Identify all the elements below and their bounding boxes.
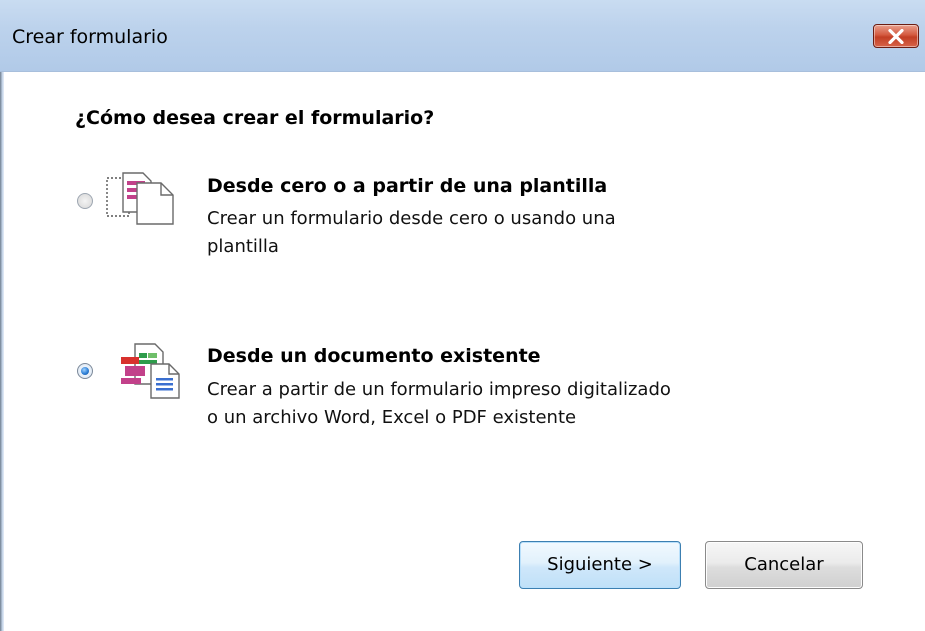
next-button[interactable]: Siguiente > <box>519 541 681 589</box>
option-title: Desde un documento existente <box>207 345 541 367</box>
option-description-line: Crear a partir de un formulario impreso … <box>207 379 671 400</box>
window-title: Crear formulario <box>12 26 168 48</box>
blank-form-template-icon <box>106 172 174 225</box>
option-title: Desde cero o a partir de una plantilla <box>207 175 608 197</box>
option-description: Crear un formulario desde cero o usando … <box>207 205 767 261</box>
radio-from-scratch[interactable] <box>77 193 93 209</box>
title-bar[interactable]: Crear formulario <box>0 0 925 72</box>
create-form-dialog: Crear formulario ¿Cómo desea crear el fo… <box>0 0 925 631</box>
existing-document-icon <box>121 343 180 399</box>
option-description-line: o un archivo Word, Excel o PDF existente <box>207 407 577 428</box>
close-icon <box>888 29 904 44</box>
radio-existing-document[interactable] <box>77 363 93 379</box>
cancel-button[interactable]: Cancelar <box>705 541 863 589</box>
option-description: Crear a partir de un formulario impreso … <box>207 376 767 432</box>
radio-selected-dot <box>81 367 89 375</box>
question-heading: ¿Cómo desea crear el formulario? <box>75 107 435 129</box>
option-description-line: plantilla <box>207 236 279 257</box>
close-button[interactable] <box>873 24 919 48</box>
option-description-line: Crear un formulario desde cero o usando … <box>207 208 616 229</box>
window-frame-left <box>0 72 4 631</box>
